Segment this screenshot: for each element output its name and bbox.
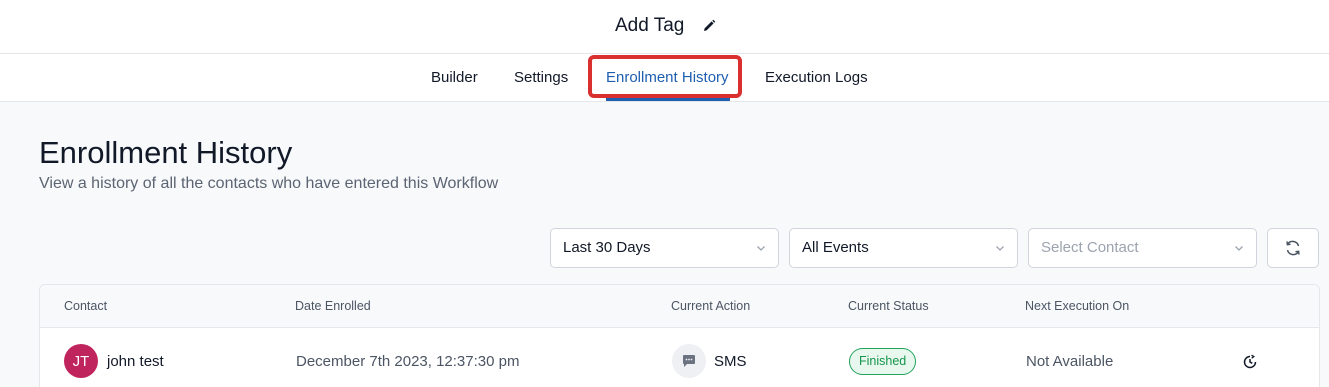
- contact-select-placeholder: Select Contact: [1041, 239, 1139, 256]
- enrollment-table: Contact Date Enrolled Current Action Cur…: [39, 284, 1320, 387]
- chevron-down-icon: [1235, 246, 1243, 251]
- highlight-annotation-box: [588, 55, 742, 98]
- column-header-current-action: Current Action: [671, 299, 751, 313]
- table-header: Contact Date Enrolled Current Action Cur…: [40, 285, 1319, 328]
- refresh-icon: [1286, 240, 1300, 256]
- tab-builder[interactable]: Builder: [431, 69, 478, 86]
- contact-name[interactable]: john test: [107, 353, 164, 370]
- next-execution: Not Available: [1026, 353, 1114, 370]
- chevron-down-icon: [757, 246, 765, 251]
- table-row: JT john test December 7th 2023, 12:37:30…: [40, 329, 1319, 387]
- contact-select[interactable]: Select Contact: [1028, 228, 1257, 268]
- title-wrap: Add Tag: [615, 15, 716, 37]
- top-header: Add Tag: [0, 0, 1329, 54]
- column-header-next-execution: Next Execution On: [1025, 299, 1130, 313]
- events-value: All Events: [802, 239, 869, 256]
- events-select[interactable]: All Events: [789, 228, 1018, 268]
- avatar: JT: [64, 344, 98, 378]
- page-title: Enrollment History: [39, 135, 293, 170]
- current-action: SMS: [714, 353, 747, 370]
- pencil-icon[interactable]: [702, 19, 716, 33]
- date-enrolled: December 7th 2023, 12:37:30 pm: [296, 353, 520, 370]
- tab-execution-logs[interactable]: Execution Logs: [765, 69, 868, 86]
- workflow-title: Add Tag: [615, 15, 685, 36]
- date-range-select[interactable]: Last 30 Days: [550, 228, 779, 268]
- status-badge: Finished: [849, 348, 917, 375]
- refresh-button[interactable]: [1267, 228, 1319, 268]
- page-subtitle: View a history of all the contacts who h…: [39, 175, 499, 192]
- column-header-contact: Contact: [64, 299, 108, 313]
- column-header-date-enrolled: Date Enrolled: [295, 299, 371, 313]
- history-icon[interactable]: [1242, 354, 1258, 370]
- tab-settings[interactable]: Settings: [514, 69, 568, 86]
- active-tab-underline: [606, 98, 730, 101]
- date-range-value: Last 30 Days: [563, 239, 651, 256]
- chevron-down-icon: [996, 246, 1004, 251]
- message-icon: [672, 344, 706, 378]
- column-header-current-status: Current Status: [848, 299, 929, 313]
